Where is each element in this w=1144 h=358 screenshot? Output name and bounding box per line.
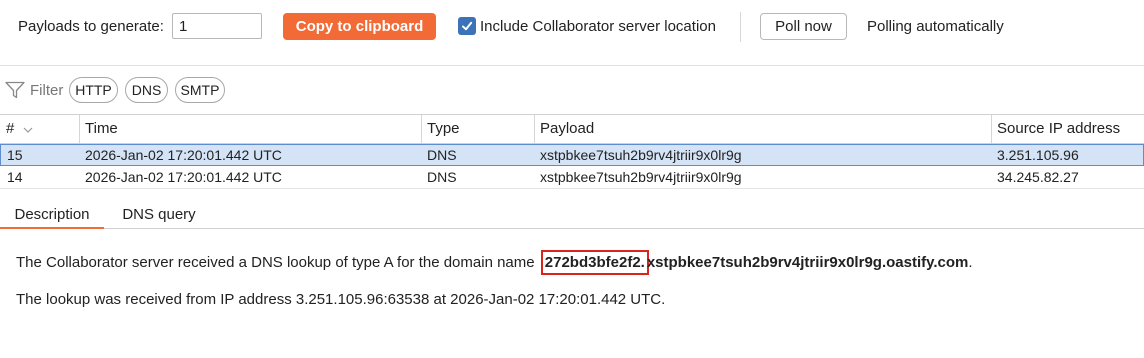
column-header-number[interactable]: #	[0, 115, 79, 143]
table-row[interactable]: 15 2026-Jan-02 17:20:01.442 UTC DNS xstp…	[0, 144, 1144, 166]
highlighted-subdomain: 272bd3bfe2f2.	[540, 250, 649, 275]
row-type: DNS	[427, 169, 457, 185]
filter-icon[interactable]	[5, 81, 25, 102]
row-source-ip: 3.251.105.96	[997, 147, 1079, 163]
filter-chip-smtp[interactable]: SMTP	[175, 77, 225, 103]
table-row[interactable]: 14 2026-Jan-02 17:20:01.442 UTC DNS xstp…	[0, 167, 1144, 189]
row-time: 2026-Jan-02 17:20:01.442 UTC	[85, 147, 282, 163]
tab-description[interactable]: Description	[0, 203, 104, 229]
payloads-count-input[interactable]	[172, 13, 262, 39]
sort-chevron-icon	[23, 115, 33, 143]
column-header-payload[interactable]: Payload	[534, 115, 992, 143]
column-header-type[interactable]: Type	[421, 115, 535, 143]
row-type: DNS	[427, 147, 457, 163]
polling-status: Polling automatically	[867, 18, 1004, 35]
poll-now-button[interactable]: Poll now	[760, 13, 847, 40]
row-number: 15	[7, 147, 23, 163]
row-source-ip: 34.245.82.27	[997, 169, 1079, 185]
table-header: # Time Type Payload Source IP address	[0, 114, 1144, 144]
collaborator-toolbar: Payloads to generate: Copy to clipboard …	[0, 0, 1144, 56]
column-header-source-ip[interactable]: Source IP address	[991, 115, 1144, 143]
section-divider	[0, 65, 1144, 66]
description-line-2: The lookup was received from IP address …	[16, 291, 666, 308]
tab-dns-query[interactable]: DNS query	[110, 203, 208, 229]
filter-chip-http[interactable]: HTTP	[69, 77, 118, 103]
detail-tabs: Description DNS query	[0, 203, 1144, 229]
payloads-label: Payloads to generate:	[18, 18, 164, 35]
description-prefix: The Collaborator server received a DNS l…	[16, 254, 539, 271]
row-time: 2026-Jan-02 17:20:01.442 UTC	[85, 169, 282, 185]
row-payload: xstpbkee7tsuh2b9rv4jtriir9x0lr9g	[540, 169, 742, 185]
row-payload: xstpbkee7tsuh2b9rv4jtriir9x0lr9g	[540, 147, 742, 163]
copy-to-clipboard-button[interactable]: Copy to clipboard	[283, 13, 436, 40]
filter-chip-dns[interactable]: DNS	[125, 77, 168, 103]
collaborator-domain: xstpbkee7tsuh2b9rv4jtriir9x0lr9g.oastify…	[646, 254, 969, 271]
description-suffix: .	[968, 254, 973, 271]
description-line-1: The Collaborator server received a DNS l…	[16, 250, 973, 275]
include-location-label[interactable]: Include Collaborator server location	[480, 18, 716, 35]
row-number: 14	[7, 169, 23, 185]
include-location-checkbox[interactable]	[458, 17, 476, 35]
checkmark-icon	[462, 21, 473, 31]
toolbar-divider	[740, 12, 741, 42]
filter-label: Filter	[30, 82, 64, 99]
column-header-time[interactable]: Time	[79, 115, 422, 143]
